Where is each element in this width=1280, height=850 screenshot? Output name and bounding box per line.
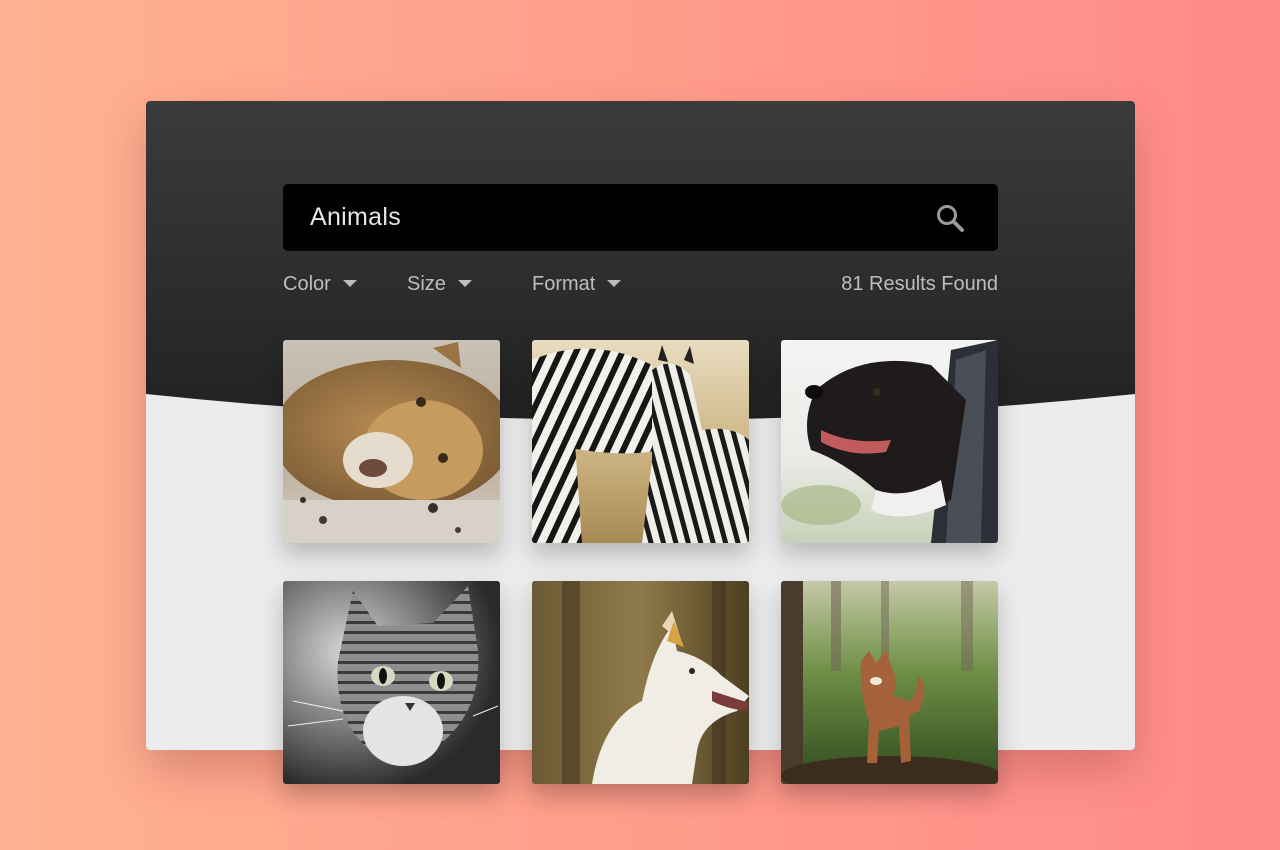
image-tile-zebras[interactable] <box>532 340 749 543</box>
color-filter-dropdown[interactable]: Color <box>283 269 357 299</box>
results-count: 81 Results Found <box>841 273 998 295</box>
search-bar <box>283 184 998 251</box>
search-card: Color Size Format 81 Results Found <box>146 101 1135 784</box>
chevron-down-icon <box>607 280 622 288</box>
format-filter-dropdown[interactable]: Format <box>532 269 622 299</box>
size-filter-dropdown[interactable]: Size <box>407 269 472 299</box>
search-input[interactable] <box>310 184 910 251</box>
format-filter-label: Format <box>532 273 596 295</box>
image-tile-white-dog[interactable] <box>532 581 749 784</box>
filter-bar: Color Size Format 81 Results Found <box>283 269 998 299</box>
image-tile-dog-window[interactable] <box>781 340 998 543</box>
image-tile-lion[interactable] <box>283 340 500 543</box>
image-tile-forest-dog[interactable] <box>781 581 998 784</box>
search-icon[interactable] <box>934 202 966 234</box>
size-filter-label: Size <box>407 273 446 295</box>
color-filter-label: Color <box>283 273 331 295</box>
chevron-down-icon <box>457 280 472 288</box>
image-tile-kitten[interactable] <box>283 581 500 784</box>
chevron-down-icon <box>342 280 357 288</box>
